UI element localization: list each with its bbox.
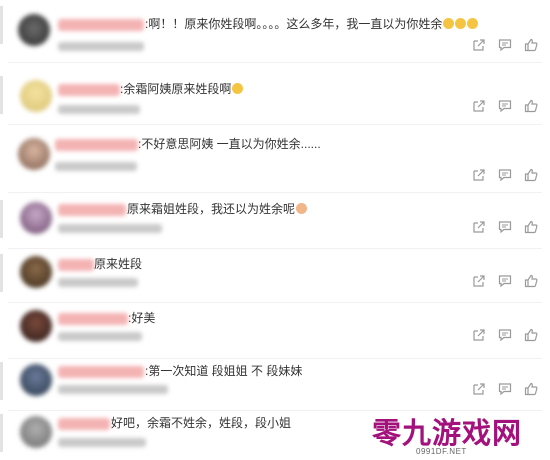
reply-icon[interactable] xyxy=(498,328,512,342)
comment-actions xyxy=(472,328,538,342)
comment-item: 原来霜姐姓段，我还以为姓余呢 xyxy=(0,194,550,246)
share-icon[interactable] xyxy=(472,274,486,288)
username[interactable] xyxy=(58,418,110,430)
site-watermark: 零九游戏网 0991DF.NET xyxy=(368,410,538,460)
comment-text-content: 原来霜姐姓段，我还以为姓余呢 xyxy=(127,202,296,216)
share-icon[interactable] xyxy=(472,328,486,342)
comment-text: :不好意思阿姨 一直以为你姓余...... xyxy=(138,137,321,151)
avatar[interactable] xyxy=(18,14,50,46)
comment-actions xyxy=(472,382,538,396)
comment-text: :好美 xyxy=(128,311,155,325)
divider xyxy=(8,358,542,359)
comment-accent-bar xyxy=(0,414,3,452)
comment-text-content: :余霜阿姨原来姓段啊 xyxy=(120,82,232,96)
emoji-icon xyxy=(455,18,467,29)
comment-accent-bar xyxy=(0,362,3,400)
share-icon[interactable] xyxy=(472,168,486,182)
share-icon[interactable] xyxy=(472,38,486,52)
reply-icon[interactable] xyxy=(498,274,512,288)
comment-text-content: :第一次知道 段姐姐 不 段妹妹 xyxy=(145,364,303,378)
like-icon[interactable] xyxy=(524,168,538,182)
divider xyxy=(8,192,542,193)
share-icon[interactable] xyxy=(472,382,486,396)
like-icon[interactable] xyxy=(524,382,538,396)
username[interactable] xyxy=(58,204,126,216)
comment-meta xyxy=(58,224,162,233)
comment-text: 原来霜姐姓段，我还以为姓余呢 xyxy=(127,202,308,216)
comment-actions xyxy=(472,274,538,288)
username[interactable] xyxy=(58,366,144,378)
divider xyxy=(8,302,542,303)
comment-item: :不好意思阿姨 一直以为你姓余...... xyxy=(0,128,550,190)
comment-meta xyxy=(58,278,138,287)
username[interactable] xyxy=(55,139,138,151)
comment-text: 好吧，余霜不姓余，姓段，段小姐 xyxy=(111,416,291,430)
comment-item: :余霜阿姨原来姓段啊 xyxy=(0,66,550,122)
reply-icon[interactable] xyxy=(498,38,512,52)
share-icon[interactable] xyxy=(472,220,486,234)
comment-item: :第一次知道 段姐姐 不 段妹妹 xyxy=(0,360,550,408)
comment-feed: :啊！！原来你姓段啊。。。。这么多年，我一直以为你姓余 :余霜阿姨原来姓段啊 :… xyxy=(0,0,550,460)
emoji-icon xyxy=(467,18,479,29)
reply-icon[interactable] xyxy=(498,382,512,396)
comment-meta xyxy=(58,42,144,51)
like-icon[interactable] xyxy=(524,99,538,113)
comment-text-content: 好吧，余霜不姓余，姓段，段小姐 xyxy=(111,416,292,430)
like-icon[interactable] xyxy=(524,38,538,52)
avatar[interactable] xyxy=(20,310,52,342)
comment-meta xyxy=(58,438,146,447)
avatar[interactable] xyxy=(20,256,52,288)
comment-actions xyxy=(472,220,538,234)
avatar[interactable] xyxy=(20,202,52,234)
comment-text: :余霜阿姨原来姓段啊 xyxy=(120,82,244,96)
comment-accent-bar xyxy=(0,200,3,238)
comment-text-content: :啊！！原来你姓段啊。。。。这么多年，我一直以为你姓余 xyxy=(145,17,443,31)
avatar[interactable] xyxy=(20,364,52,396)
share-icon[interactable] xyxy=(472,99,486,113)
reply-icon[interactable] xyxy=(498,99,512,113)
comment-text-content: :好美 xyxy=(128,311,156,325)
comment-meta xyxy=(55,162,137,171)
username[interactable] xyxy=(58,19,144,31)
divider xyxy=(8,124,542,125)
username[interactable] xyxy=(58,259,94,271)
comment-meta xyxy=(58,105,140,114)
comment-actions xyxy=(472,168,538,182)
like-icon[interactable] xyxy=(524,274,538,288)
comment-item: :啊！！原来你姓段啊。。。。这么多年，我一直以为你姓余 xyxy=(0,0,550,60)
emoji-icon xyxy=(296,203,308,214)
divider xyxy=(8,248,542,249)
comment-accent-bar xyxy=(0,6,3,44)
like-icon[interactable] xyxy=(524,328,538,342)
username[interactable] xyxy=(58,313,128,325)
reply-icon[interactable] xyxy=(498,168,512,182)
avatar[interactable] xyxy=(18,138,50,170)
comment-accent-bar xyxy=(0,254,3,292)
comment-meta xyxy=(58,385,168,394)
username[interactable] xyxy=(58,84,120,96)
avatar[interactable] xyxy=(20,80,52,112)
comment-actions xyxy=(472,99,538,113)
comment-meta xyxy=(58,332,142,341)
comment-item: :好美 xyxy=(0,304,550,356)
comment-text: :啊！！原来你姓段啊。。。。这么多年，我一直以为你姓余 xyxy=(145,17,479,31)
reply-icon[interactable] xyxy=(498,220,512,234)
emoji-icon xyxy=(232,83,244,94)
comment-text-content: 原来姓段 xyxy=(94,257,143,271)
comment-actions xyxy=(472,38,538,52)
comment-item: 原来姓段 xyxy=(0,250,550,300)
comment-accent-bar xyxy=(0,76,3,114)
comment-text: 原来姓段 xyxy=(94,257,142,271)
like-icon[interactable] xyxy=(524,220,538,234)
emoji-icon xyxy=(443,18,455,29)
watermark-url: 0991DF.NET xyxy=(416,447,467,456)
divider xyxy=(8,62,542,63)
comment-text: :第一次知道 段姐姐 不 段妹妹 xyxy=(145,364,302,378)
avatar[interactable] xyxy=(20,416,52,448)
watermark-title: 零九游戏网 xyxy=(372,416,523,450)
comment-text-content: :不好意思阿姨 一直以为你姓余...... xyxy=(138,137,321,151)
